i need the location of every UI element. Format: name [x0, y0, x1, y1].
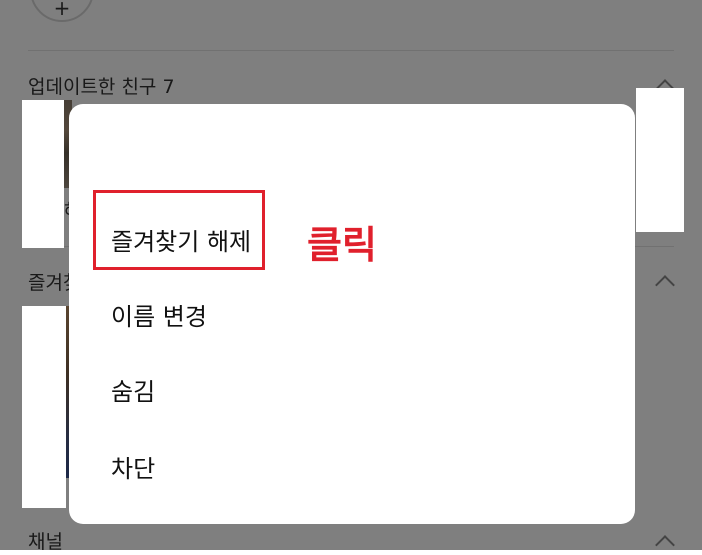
blank-card: [22, 306, 66, 508]
menu-item-block[interactable]: 차단: [111, 449, 155, 484]
blank-card: [636, 88, 684, 232]
highlight-box: [93, 190, 265, 270]
menu-item-hide[interactable]: 숨김: [111, 372, 155, 407]
friend-context-menu: 즐겨찾기 해제 이름 변경 숨김 차단 클릭: [69, 104, 635, 524]
blank-card: [22, 100, 64, 248]
click-annotation: 클릭: [307, 223, 377, 267]
menu-item-rename[interactable]: 이름 변경: [111, 297, 207, 332]
